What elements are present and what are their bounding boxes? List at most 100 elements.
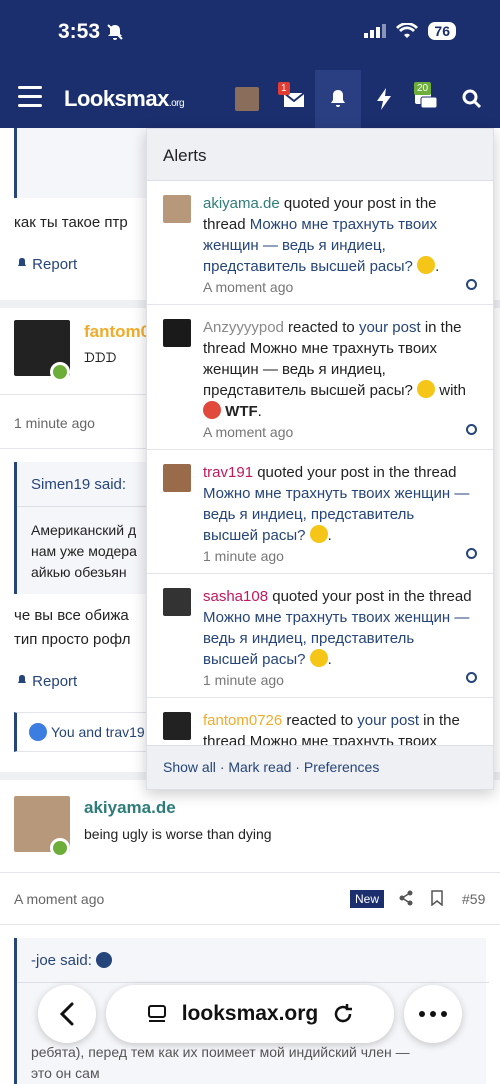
arrow-up-icon [96, 952, 113, 968]
chevron-left-icon [59, 1002, 74, 1026]
divider [0, 448, 146, 449]
post-time[interactable]: A moment ago [14, 891, 104, 907]
more-button[interactable] [404, 985, 462, 1043]
address-bar[interactable]: looksmax.org [106, 985, 394, 1043]
like-icon [29, 723, 47, 741]
alert-with: with [439, 382, 466, 399]
mark-read-toggle[interactable] [466, 672, 477, 683]
alert-username[interactable]: akiyama.de [203, 195, 280, 212]
forum-badge: 20 [414, 82, 432, 95]
heart-eyes-emoji-icon [417, 256, 436, 274]
share-icon[interactable] [398, 890, 414, 910]
divider [0, 872, 500, 873]
alerts-button[interactable] [315, 70, 361, 128]
bookmark-icon[interactable] [430, 890, 444, 910]
post-text: че вы все обижа тип просто рофл [14, 607, 131, 648]
avatar[interactable] [163, 464, 191, 492]
alert-username[interactable]: sasha108 [203, 588, 268, 605]
online-indicator [50, 838, 70, 858]
divider [17, 982, 489, 983]
site-logo[interactable]: Looksmax.org [64, 86, 185, 112]
alert-action: reacted to [288, 319, 355, 336]
alert-username[interactable]: trav191 [203, 464, 253, 481]
divider [17, 506, 153, 507]
menu-icon[interactable] [18, 86, 42, 108]
alert-time: 1 minute ago [203, 672, 284, 688]
search-button[interactable] [458, 70, 486, 128]
post-number[interactable]: #59 [462, 891, 485, 907]
site-navbar: Looksmax.org 1 20 [0, 70, 500, 128]
browser-toolbar: looksmax.org [0, 985, 500, 1055]
url-text: looksmax.org [181, 1002, 319, 1025]
alert-time: 1 minute ago [203, 548, 284, 564]
back-button[interactable] [38, 985, 96, 1043]
reload-icon [335, 1004, 353, 1023]
post-username[interactable]: akiyama.de [84, 798, 176, 818]
search-icon [462, 89, 482, 109]
avatar[interactable] [163, 319, 191, 347]
separator-dot: · [219, 759, 225, 775]
quote-author[interactable]: Simen19 said: [31, 476, 126, 493]
angry-face-emoji-icon [203, 401, 221, 419]
avatar[interactable] [163, 195, 191, 223]
user-avatar-button[interactable] [232, 70, 262, 128]
alert-thread-link[interactable]: Можно мне трахнуть твоих женщин — ведь я… [203, 609, 469, 668]
online-indicator [50, 362, 70, 382]
heart-eyes-emoji-icon [417, 380, 436, 398]
heart-eyes-emoji-icon [309, 649, 328, 667]
reactions-summary: You and trav19 [51, 724, 145, 740]
alert-username[interactable]: Anzyyyypod [203, 319, 284, 336]
quote-author[interactable]: -joe said: [31, 952, 113, 969]
quote-block: Simen19 said: Американский д нам уже мод… [14, 462, 153, 594]
alert-action: reacted to [286, 712, 354, 729]
alert-username[interactable]: fantom0726 [203, 712, 282, 729]
alert-item[interactable]: fantom0726 reacted to your post in the t… [147, 698, 493, 748]
preferences-link[interactable]: Preferences [304, 759, 379, 775]
bell-icon [18, 675, 26, 683]
alert-item[interactable]: akiyama.de quoted your post in the threa… [147, 181, 493, 305]
mark-read-toggle[interactable] [466, 424, 477, 435]
mark-read-toggle[interactable] [466, 548, 477, 559]
alerts-dropdown: Alerts akiyama.de quoted your post in th… [146, 128, 494, 790]
mark-read-toggle[interactable] [466, 279, 477, 290]
reader-icon [147, 1005, 166, 1022]
wifi-icon [396, 23, 419, 38]
post-time[interactable]: 1 minute ago [14, 415, 95, 431]
alert-post-link[interactable]: your post [359, 319, 421, 336]
reactions-bar[interactable]: You and trav19 [14, 712, 150, 752]
alert-time: A moment ago [203, 279, 294, 295]
post-username[interactable]: fantom0 [84, 322, 150, 342]
alert-action: quoted your post in the thread [272, 588, 472, 605]
forum-alerts-button[interactable]: 20 [410, 70, 442, 128]
alert-item[interactable]: Anzyyyypod reacted to your post in the t… [147, 305, 493, 450]
show-all-link[interactable]: Show all [163, 759, 216, 775]
mark-read-link[interactable]: Mark read [228, 759, 291, 775]
conversations-button[interactable]: 1 [276, 70, 312, 128]
ellipsis-icon [419, 1011, 447, 1017]
status-time: 3:53 [58, 20, 124, 44]
bell-icon [331, 90, 345, 107]
user-signature: ᗪᗪᗪ [84, 350, 117, 365]
divider [0, 394, 146, 395]
post-text: как ты такое птр [14, 214, 128, 231]
mute-bell-icon [107, 24, 123, 40]
battery-indicator: 76 [428, 22, 456, 40]
alert-post-link[interactable]: your post [357, 712, 419, 729]
report-link[interactable]: Report [16, 673, 77, 690]
report-link[interactable]: Report [16, 256, 77, 273]
new-badge: New [350, 890, 385, 908]
status-bar: 3:53 76 [0, 0, 500, 70]
alert-thread-link[interactable]: Можно мне трахнуть твоих женщин — ведь я… [203, 485, 469, 544]
avatar[interactable] [163, 712, 191, 740]
whats-new-button[interactable] [370, 70, 398, 128]
avatar[interactable] [163, 588, 191, 616]
quote-block [14, 128, 150, 198]
bell-icon [18, 258, 26, 266]
alerts-footer: Show all · Mark read · Preferences [147, 745, 493, 789]
alert-time: A moment ago [203, 424, 294, 440]
alert-item[interactable]: sasha108 quoted your post in the thread … [147, 574, 493, 698]
status-icons: 76 [364, 22, 456, 40]
alert-item[interactable]: trav191 quoted your post in the thread М… [147, 450, 493, 574]
divider [0, 924, 500, 925]
alert-action: quoted your post in the thread [257, 464, 457, 481]
